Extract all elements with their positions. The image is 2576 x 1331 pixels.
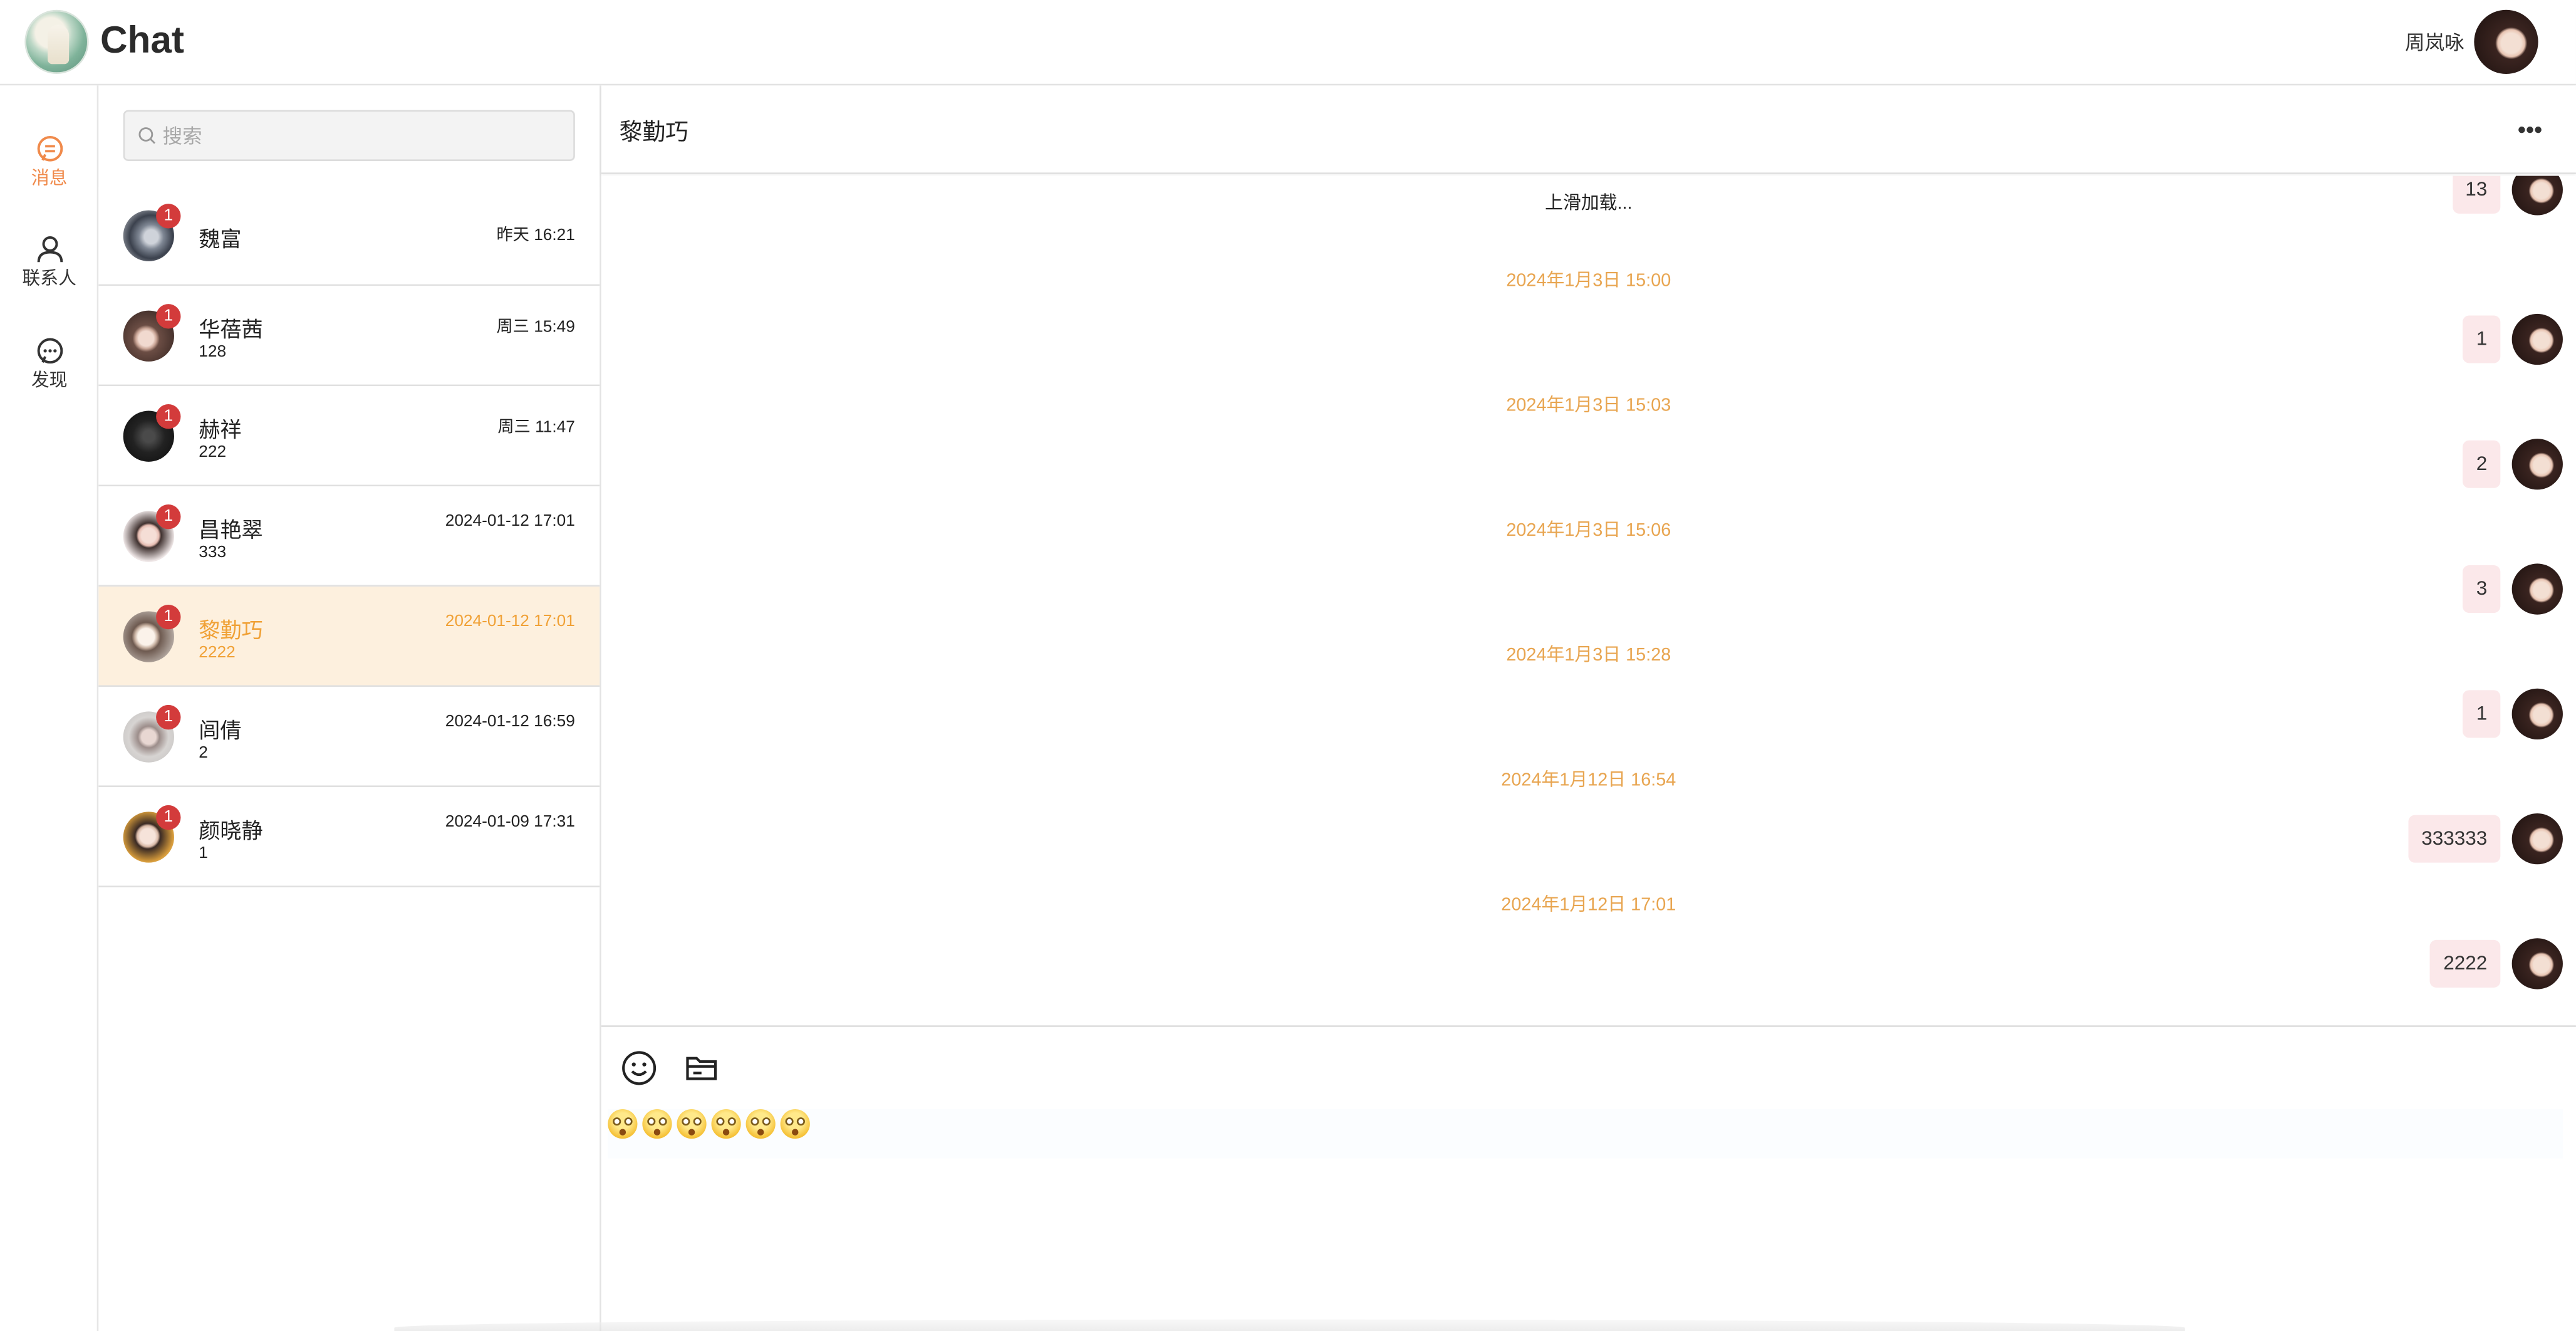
message-bubble[interactable]: 333333: [2408, 815, 2501, 863]
conversation-time: 周三 11:47: [497, 419, 575, 437]
unread-badge: 1: [156, 504, 181, 530]
emoji-flushed: [711, 1109, 741, 1139]
conversation-list: 1 魏富 昨天 16:21 1 华蓓茜 128 周三 15:49 1 赫祥 22…: [98, 185, 600, 887]
message-list[interactable]: 上滑加载... 13 2024年1月3日 15:00 1 2024年1月3日 1…: [601, 175, 2576, 1027]
conversation-preview: 333: [199, 543, 227, 562]
conversation-preview: 2: [199, 744, 208, 763]
nav-label-discover: 发现: [31, 371, 68, 392]
conversation-time: 2024-01-12 17:01: [445, 513, 575, 531]
message-icon: [36, 135, 62, 162]
conversation-name: 赫祥: [199, 417, 242, 442]
emoji-icon[interactable]: [621, 1050, 657, 1087]
conversation-item[interactable]: 1 魏富 昨天 16:21: [98, 187, 600, 286]
discover-icon: [36, 338, 62, 364]
unread-badge: 1: [156, 805, 181, 830]
message-bubble[interactable]: 2: [2463, 440, 2501, 488]
left-navigation: 消息 联系人 发现: [0, 85, 99, 1331]
conversation-time: 昨天 16:21: [496, 226, 575, 245]
sender-avatar: [2511, 813, 2563, 865]
message-timestamp: 2024年1月12日 16:54: [1501, 770, 1676, 791]
message-row: 13: [2431, 175, 2563, 217]
load-more-hint[interactable]: 上滑加载...: [601, 189, 2576, 216]
chat-app: Chat 周岚咏 消息 联系人 发现 搜索 1 魏富 昨天 16:21 1 华蓓…: [0, 0, 2576, 1331]
message-bubble[interactable]: 3: [2463, 565, 2501, 613]
conversation-item[interactable]: 1 昌艳翠 333 2024-01-12 17:01: [98, 486, 600, 587]
message-row: 3: [2431, 563, 2563, 616]
message-bubble[interactable]: 13: [2452, 175, 2501, 214]
conversation-preview: 1: [199, 844, 208, 863]
message-row: 2: [2431, 439, 2563, 491]
message-row: 1: [2431, 688, 2563, 741]
nav-item-messages[interactable]: 消息: [0, 135, 98, 217]
conversation-name: 魏富: [199, 226, 242, 252]
search-icon: [138, 127, 156, 144]
conversation-preview: 128: [199, 343, 227, 362]
unread-badge: 1: [156, 604, 181, 630]
conversation-time: 2024-01-09 17:31: [445, 813, 575, 832]
message-timestamp: 2024年1月3日 15:28: [1506, 645, 1671, 666]
conversation-name: 闾倩: [199, 718, 242, 743]
sender-avatar: [2511, 938, 2563, 989]
sender-avatar: [2511, 688, 2563, 739]
conversation-item-active[interactable]: 1 黎勤巧 2222 2024-01-12 17:01: [98, 587, 600, 687]
nav-label-contacts: 联系人: [22, 269, 76, 290]
message-timestamp: 2024年1月3日 15:03: [1506, 395, 1671, 416]
conversation-time: 2024-01-12 16:59: [445, 713, 575, 731]
current-user-avatar[interactable]: [2474, 9, 2538, 74]
emoji-flushed: [780, 1109, 810, 1139]
unread-badge: 1: [156, 304, 181, 329]
emoji-flushed: [677, 1109, 707, 1139]
conversation-time: 周三 15:49: [496, 318, 575, 337]
message-bubble[interactable]: 1: [2463, 690, 2501, 738]
app-title: Chat: [100, 18, 185, 61]
conversation-name: 颜晓静: [199, 818, 263, 843]
message-row: 333333: [2333, 813, 2563, 866]
conversation-item[interactable]: 1 闾倩 2 2024-01-12 16:59: [98, 687, 600, 788]
chat-header: 黎勤巧: [601, 85, 2576, 174]
message-input[interactable]: [608, 1109, 2563, 1159]
search-box[interactable]: [123, 110, 575, 161]
message-composer: [601, 1025, 2576, 1331]
conversation-preview: 2222: [199, 644, 236, 662]
unread-badge: 1: [156, 404, 181, 429]
chat-panel: 黎勤巧 上滑加载... 13 2024年1月3日 15:00 1 2024年1月…: [601, 85, 2576, 1331]
conversation-list-panel: 1 魏富 昨天 16:21 1 华蓓茜 128 周三 15:49 1 赫祥 22…: [98, 85, 601, 1331]
sender-avatar: [2511, 175, 2563, 216]
conversation-name: 昌艳翠: [199, 517, 263, 543]
unread-badge: 1: [156, 704, 181, 730]
emoji-flushed: [608, 1109, 638, 1139]
contacts-icon: [36, 236, 62, 263]
conversation-preview: 222: [199, 443, 227, 462]
top-header: Chat 周岚咏: [0, 0, 2576, 86]
nav-label-messages: 消息: [31, 169, 68, 189]
emoji-flushed: [745, 1109, 776, 1139]
conversation-time: 2024-01-12 17:01: [445, 613, 575, 631]
message-bubble[interactable]: 1: [2463, 315, 2501, 363]
search-input[interactable]: [162, 112, 557, 160]
conversation-item[interactable]: 1 颜晓静 1 2024-01-09 17:31: [98, 787, 600, 887]
chat-title: 黎勤巧: [619, 118, 688, 145]
folder-icon[interactable]: [685, 1052, 718, 1084]
sender-avatar: [2511, 439, 2563, 490]
message-row: 2222: [2366, 938, 2563, 991]
conversation-item[interactable]: 1 赫祥 222 周三 11:47: [98, 386, 600, 487]
sender-avatar: [2511, 313, 2563, 365]
sender-avatar: [2511, 563, 2563, 615]
conversation-item[interactable]: 1 华蓓茜 128 周三 15:49: [98, 286, 600, 387]
message-row: 1: [2431, 313, 2563, 367]
message-timestamp: 2024年1月3日 15:06: [1506, 521, 1671, 541]
conversation-name: 黎勤巧: [199, 617, 263, 643]
message-bubble[interactable]: 2222: [2430, 939, 2501, 988]
conversation-name: 华蓓茜: [199, 317, 263, 342]
app-logo: [24, 9, 89, 74]
message-timestamp: 2024年1月3日 15:00: [1506, 271, 1671, 291]
current-user-name[interactable]: 周岚咏: [2405, 28, 2464, 56]
nav-item-contacts[interactable]: 联系人: [0, 235, 98, 317]
more-options-icon[interactable]: [2518, 126, 2542, 133]
window-bottom-shadow: [394, 1319, 2185, 1331]
unread-badge: 1: [156, 204, 181, 229]
emoji-flushed: [642, 1109, 672, 1139]
message-timestamp: 2024年1月12日 17:01: [1501, 895, 1676, 916]
nav-item-discover[interactable]: 发现: [0, 337, 98, 419]
